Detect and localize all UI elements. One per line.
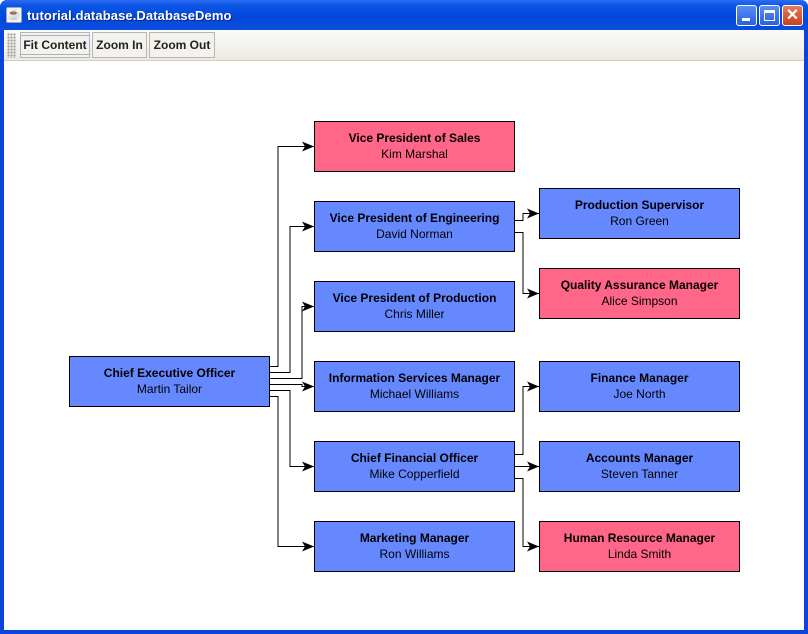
node-person-name: Michael Williams xyxy=(369,387,460,401)
node-person-name: Kim Marshal xyxy=(381,147,448,161)
toolbar-drag-grip[interactable] xyxy=(7,33,16,58)
org-node-acct-mgr[interactable]: Accounts Manager Steven Tanner xyxy=(539,441,740,492)
close-icon: ✕ xyxy=(785,7,800,24)
minimize-icon xyxy=(742,18,750,21)
node-role: Human Resource Manager xyxy=(563,531,716,545)
zoom-out-button[interactable]: Zoom Out xyxy=(149,32,215,58)
edge-ceo-to-vp-sales xyxy=(270,141,314,367)
org-node-mkt-mgr[interactable]: Marketing Manager Ron Williams xyxy=(314,521,515,572)
node-role: Information Services Manager xyxy=(328,371,501,385)
node-person-name: Ron Green xyxy=(610,214,669,228)
org-node-qa-mgr[interactable]: Quality Assurance Manager Alice Simpson xyxy=(539,268,740,319)
window-content: Fit Content Zoom In Zoom Out Chief Execu… xyxy=(4,30,804,630)
node-role: Marketing Manager xyxy=(359,531,470,545)
maximize-button[interactable] xyxy=(759,5,780,26)
node-role: Vice President of Engineering xyxy=(329,211,500,225)
zoom-in-button[interactable]: Zoom In xyxy=(92,32,147,58)
node-person-name: Chris Miller xyxy=(384,307,445,321)
node-person-name: Linda Smith xyxy=(607,547,672,561)
fit-content-label: Fit Content xyxy=(20,35,90,55)
edge-vp-eng-to-prod-sup xyxy=(515,208,539,221)
zoom-out-label: Zoom Out xyxy=(153,38,211,52)
node-role: Finance Manager xyxy=(590,371,689,385)
org-node-prod-sup[interactable]: Production Supervisor Ron Green xyxy=(539,188,740,239)
edge-cfo-to-fin-mgr xyxy=(515,381,539,455)
org-node-fin-mgr[interactable]: Finance Manager Joe North xyxy=(539,361,740,412)
org-node-vp-eng[interactable]: Vice President of Engineering David Norma… xyxy=(314,201,515,252)
node-person-name: Mike Copperfield xyxy=(369,467,460,481)
edge-cfo-to-hr-mgr xyxy=(515,478,539,552)
node-person-name: Joe North xyxy=(613,387,666,401)
edge-ceo-to-mkt-mgr xyxy=(270,396,314,552)
org-node-ceo[interactable]: Chief Executive Officer Martin Tailor xyxy=(69,356,270,407)
java-app-icon: ☕ xyxy=(6,7,22,23)
edge-ceo-to-cfo xyxy=(270,390,314,472)
edge-ceo-to-vp-eng xyxy=(270,221,314,373)
title-bar[interactable]: ☕ tutorial.database.DatabaseDemo ✕ xyxy=(0,0,808,30)
application-window: ☕ tutorial.database.DatabaseDemo ✕ Fit C… xyxy=(0,0,808,634)
edge-vp-eng-to-qa-mgr xyxy=(515,232,539,299)
edge-ceo-to-is-mgr xyxy=(270,381,314,392)
org-node-is-mgr[interactable]: Information Services Manager Michael Will… xyxy=(314,361,515,412)
node-role: Quality Assurance Manager xyxy=(560,278,719,292)
minimize-button[interactable] xyxy=(736,5,757,26)
node-role: Vice President of Sales xyxy=(348,131,481,145)
node-role: Vice President of Production xyxy=(332,291,497,305)
node-person-name: Alice Simpson xyxy=(601,294,678,308)
org-chart-canvas[interactable]: Chief Executive Officer Martin Tailor Vice… xyxy=(4,62,804,630)
zoom-in-label: Zoom In xyxy=(96,38,143,52)
window-title: tutorial.database.DatabaseDemo xyxy=(27,8,232,23)
org-node-cfo[interactable]: Chief Financial Officer Mike Copperfield xyxy=(314,441,515,492)
fit-content-button[interactable]: Fit Content xyxy=(20,32,90,58)
node-role: Chief Financial Officer xyxy=(350,451,479,465)
maximize-icon xyxy=(764,10,775,21)
org-node-vp-sales[interactable]: Vice President of Sales Kim Marshal xyxy=(314,121,515,172)
node-role: Chief Executive Officer xyxy=(103,366,236,380)
toolbar: Fit Content Zoom In Zoom Out xyxy=(4,30,804,61)
node-person-name: Martin Tailor xyxy=(136,382,203,396)
node-person-name: Steven Tanner xyxy=(600,467,679,481)
node-person-name: Ron Williams xyxy=(379,547,450,561)
node-person-name: David Norman xyxy=(376,227,453,241)
org-node-hr-mgr[interactable]: Human Resource Manager Linda Smith xyxy=(539,521,740,572)
node-role: Accounts Manager xyxy=(585,451,694,465)
org-node-vp-prod[interactable]: Vice President of Production Chris Miller xyxy=(314,281,515,332)
node-role: Production Supervisor xyxy=(574,198,705,212)
edge-ceo-to-vp-prod xyxy=(270,301,314,379)
close-button[interactable]: ✕ xyxy=(782,5,803,26)
